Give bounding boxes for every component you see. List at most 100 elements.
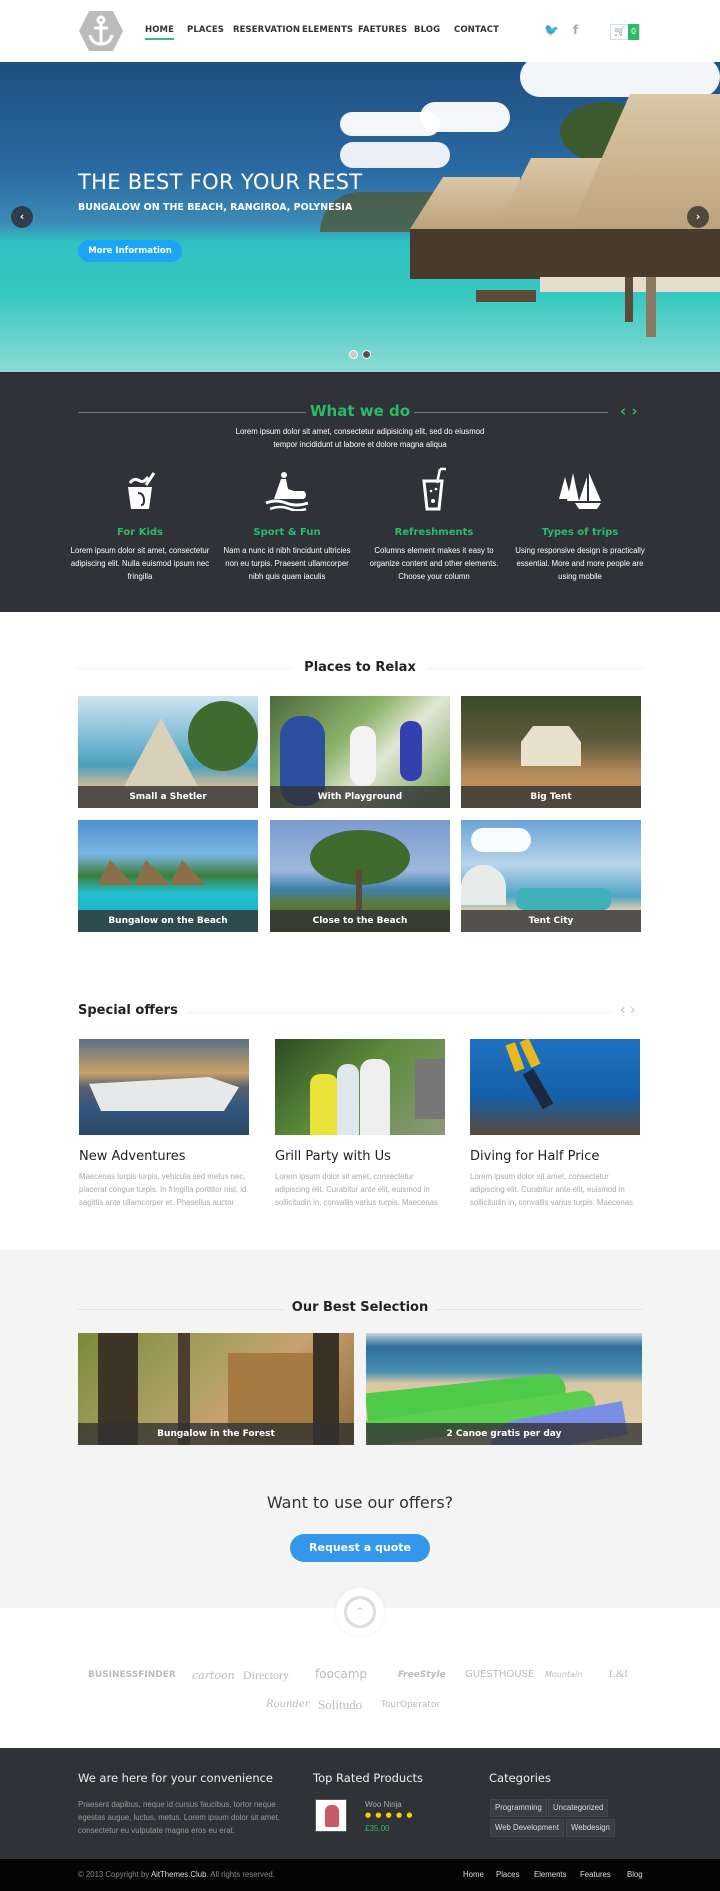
offer-title[interactable]: New Adventures — [79, 1149, 249, 1164]
offer-text: Lorem ipsum dolor sit amet, consectetur … — [470, 1172, 633, 1207]
what-we-do-section: What we do ‹ › Lorem ipsum dolor sit ame… — [0, 372, 720, 612]
place-caption: With Playground — [270, 786, 450, 808]
feature-refreshments: Refreshments Columns element makes it ea… — [364, 467, 504, 583]
footer-link-blog[interactable]: Blog — [627, 1870, 643, 1879]
footer-description: Praesent dapibus, neque id cursus faucib… — [78, 1800, 280, 1835]
places-title: Places to Relax — [304, 660, 416, 675]
copyright-text: . All rights reserved. — [206, 1870, 275, 1879]
offer-image[interactable] — [470, 1039, 640, 1135]
place-tile[interactable]: Bungalow on the Beach — [78, 820, 258, 932]
hero-subtitle: BUNGALOW ON THE BEACH, RANGIROA, POLYNES… — [78, 202, 353, 213]
nav-features[interactable]: FAETURES — [358, 25, 407, 35]
footer-link-places[interactable]: Places — [496, 1870, 519, 1879]
offer-text: Lorem ipsum dolor sit amet, consectetur … — [275, 1172, 438, 1207]
partner-logo: TourOperator — [381, 1700, 441, 1710]
partner-logo: L&I — [609, 1668, 628, 1680]
feature-text: Nam a nunc id nibh tincidunt ultricies n… — [223, 546, 351, 581]
footer-link-home[interactable]: Home — [463, 1870, 484, 1879]
sailboat-icon — [510, 467, 650, 511]
place-caption: Small a Shetler — [78, 786, 258, 808]
partner-logo: Solitudo — [318, 1697, 363, 1712]
place-caption: Bungalow on the Beach — [78, 910, 258, 932]
nav-reservation[interactable]: RESERVATION — [233, 25, 300, 35]
bucket-icon — [70, 467, 210, 511]
selection-tile[interactable]: Bungalow in the Forest — [78, 1333, 354, 1445]
slider-prev-button[interactable]: ‹ — [11, 206, 33, 228]
copyright-brand-link[interactable]: AitThemes.Club — [151, 1870, 206, 1879]
category-tag[interactable]: Web Development — [490, 1819, 564, 1837]
footer-link-features[interactable]: Features — [580, 1870, 611, 1879]
place-tile[interactable]: Small a Shetler — [78, 696, 258, 808]
footer-title: Categories — [489, 1771, 551, 1785]
offer-card[interactable]: Diving for Half Price Lorem ipsum dolor … — [470, 1039, 640, 1209]
copyright: © 2013 Copyright by AitThemes.Club. All … — [78, 1870, 275, 1879]
twitter-icon[interactable]: 🐦 — [544, 23, 559, 37]
best-selection-title: Our Best Selection — [291, 1300, 429, 1315]
divider — [186, 1012, 610, 1013]
product-thumbnail[interactable] — [315, 1799, 347, 1832]
slider-dot-1[interactable] — [349, 350, 358, 359]
back-to-top-button[interactable]: ^ — [336, 1588, 384, 1636]
place-caption: Big Tent — [461, 786, 641, 808]
offer-title[interactable]: Diving for Half Price — [470, 1149, 640, 1164]
slider-next-button[interactable]: › — [687, 206, 709, 228]
footer-title: Top Rated Products — [313, 1771, 424, 1785]
category-tag[interactable]: Programming — [490, 1799, 547, 1817]
cart-button[interactable]: 🛒 0 — [610, 24, 640, 40]
product-price: £35.00 — [365, 1824, 390, 1833]
place-tile[interactable]: Big Tent — [461, 696, 641, 808]
nav-places[interactable]: PLACES — [187, 25, 224, 35]
nav-blog[interactable]: BLOG — [414, 25, 440, 35]
more-information-button[interactable]: More Information — [78, 240, 182, 262]
partner-logo: foocamp — [315, 1667, 368, 1681]
feature-sport-fun: Sport & Fun Nam a nunc id nibh tincidunt… — [217, 467, 357, 583]
place-tile[interactable]: Close to the Beach — [270, 820, 450, 932]
section-title: What we do — [309, 402, 411, 420]
partner-logo: Rounder — [266, 1699, 310, 1710]
place-tile[interactable]: Tent City — [461, 820, 641, 932]
place-caption: Close to the Beach — [270, 910, 450, 932]
facebook-icon[interactable]: f — [573, 23, 578, 37]
partner-logo: FreeStyle — [398, 1670, 446, 1680]
nav-elements[interactable]: ELEMENTS — [302, 25, 353, 35]
cart-count: 0 — [628, 24, 639, 40]
partner-logo: BUSINESSFINDER — [88, 1670, 176, 1680]
request-quote-button[interactable]: Request a quote — [290, 1534, 430, 1562]
feature-types-of-trips: Types of trips Using responsive design i… — [510, 467, 650, 583]
feature-title: Refreshments — [394, 527, 474, 538]
offers-nav-arrows[interactable]: ‹ › — [620, 1002, 636, 1018]
offers-title: Special offers — [78, 1003, 178, 1018]
partner-logo: Directory — [243, 1668, 289, 1682]
selection-tile[interactable]: 2 Canoe gratis per day — [366, 1333, 642, 1445]
offer-image[interactable] — [79, 1039, 249, 1135]
nav-contact[interactable]: CONTACT — [454, 25, 499, 35]
cta-question: Want to use our offers? — [266, 1493, 454, 1512]
slider-dot-2[interactable] — [362, 350, 371, 359]
carousel-nav-arrows[interactable]: ‹ › — [620, 402, 638, 420]
category-tag[interactable]: Uncategorized — [548, 1799, 609, 1817]
product-name[interactable]: Woo Ninja — [365, 1800, 402, 1809]
feature-for-kids: For Kids Lorem ipsum dolor sit amet, con… — [70, 467, 210, 583]
footer-link-elements[interactable]: Elements — [534, 1870, 567, 1879]
partner-logo: cartoon — [192, 1669, 235, 1682]
product-rating-stars: ● ● ● ● ● — [365, 1811, 414, 1819]
anchor-logo-icon[interactable] — [78, 10, 124, 52]
selection-caption: Bungalow in the Forest — [78, 1423, 354, 1445]
cart-icon: 🛒 — [614, 27, 626, 37]
category-tag[interactable]: Webdesign — [566, 1819, 615, 1837]
place-tile[interactable]: With Playground — [270, 696, 450, 808]
offer-title[interactable]: Grill Party with Us — [275, 1149, 445, 1164]
offer-image[interactable] — [275, 1039, 445, 1135]
feature-text: Using responsive design is practically e… — [515, 546, 645, 581]
selection-caption: 2 Canoe gratis per day — [366, 1423, 642, 1445]
copyright-text: © 2013 Copyright by — [78, 1870, 151, 1879]
footer-title: We are here for your convenience — [78, 1771, 274, 1785]
offer-card[interactable]: Grill Party with Us Lorem ipsum dolor si… — [275, 1039, 445, 1209]
site-header: HOME PLACES RESERVATION ELEMENTS FAETURE… — [0, 0, 720, 62]
offer-text: Maecenas turpis turpis, vehicula sed met… — [79, 1172, 247, 1207]
feature-title: Sport & Fun — [253, 527, 321, 538]
hero-slider: THE BEST FOR YOUR REST BUNGALOW ON THE B… — [0, 62, 720, 372]
jetski-icon — [217, 467, 357, 511]
nav-home[interactable]: HOME — [145, 25, 175, 40]
offer-card[interactable]: New Adventures Maecenas turpis turpis, v… — [79, 1039, 249, 1209]
